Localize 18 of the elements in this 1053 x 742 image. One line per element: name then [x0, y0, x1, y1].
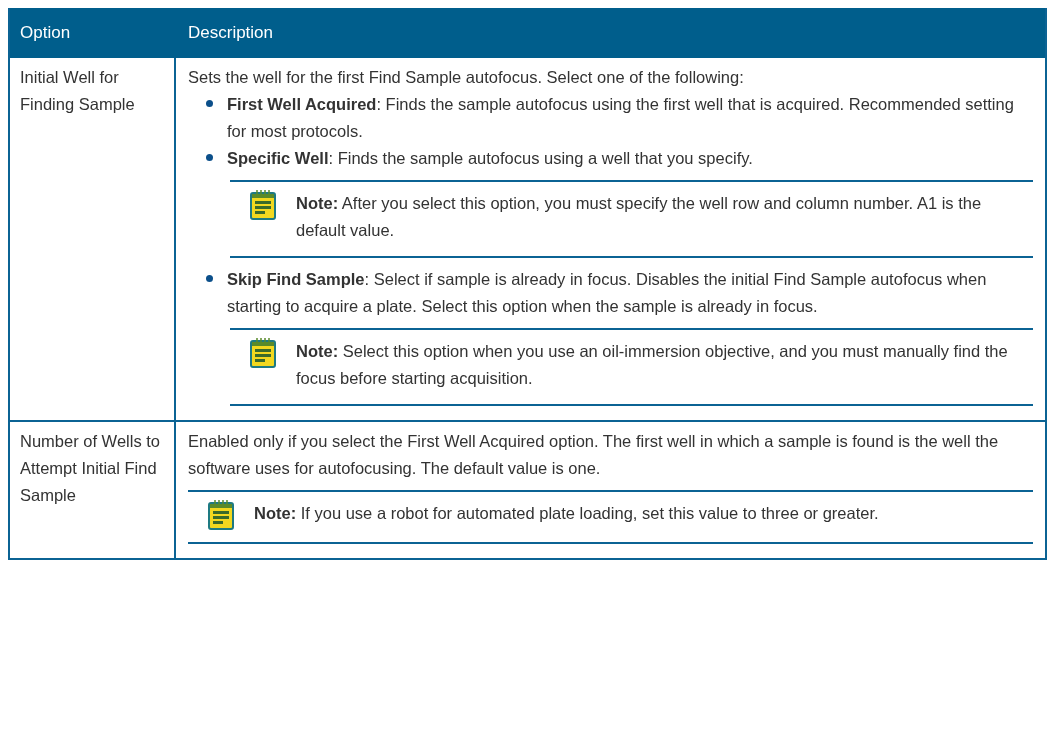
note-text: Note: If you use a robot for automated plate loading, set this value to three or greater.: [254, 503, 879, 524]
notepad-icon: [250, 190, 276, 220]
bullet-icon: [206, 154, 213, 161]
bullet-icon: [206, 275, 213, 282]
bullet-text: Skip Find Sample: Select if sample is already in focus. Disables the initial Find Sample autofocus when starting to acquire a plate. Select this option when the sample is already in focus.: [227, 269, 988, 317]
column-header: Description: [187, 22, 275, 45]
note-text: Note: After you select this option, you must specify the well row and column number. A1 is the default value.: [296, 193, 983, 241]
option-name: Number of Wells to Attempt Initial Find Sample: [20, 431, 161, 506]
bullet-icon: [206, 100, 213, 107]
notepad-icon: [250, 338, 276, 368]
description-text: Enabled only if you select the First Well Acquired option. The first well in which a sample is found is the well the software uses for autofocusing. The default value is one.: [188, 431, 1000, 479]
column-header: Option: [19, 22, 72, 45]
bullet-text: Specific Well: Finds the sample autofocus using a well that you specify.: [227, 148, 753, 169]
notepad-icon: [208, 500, 234, 530]
bullet-text: First Well Acquired: Finds the sample autofocus using the first well that is acquired. Recommended setting for most protocols.: [227, 94, 1015, 142]
description-text: Sets the well for the first Find Sample autofocus. Select one of the following:: [188, 67, 745, 88]
note-text: Note: Select this option when you use an oil-immersion objective, and you must manually find the focus before starting acquisition.: [296, 341, 1009, 389]
option-name: Initial Well for Finding Sample: [20, 67, 136, 115]
